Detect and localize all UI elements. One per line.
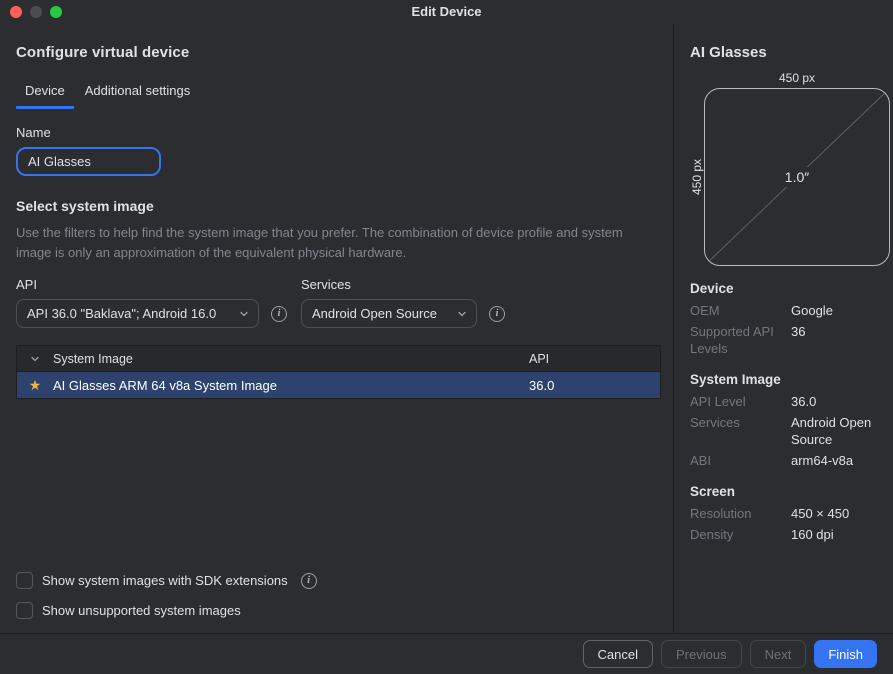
system-image-section: System Image API Level 36.0 Services And…: [690, 372, 890, 469]
spec-label: ABI: [690, 452, 791, 469]
spec-value: 160 dpi: [791, 526, 890, 543]
empty-space: [16, 399, 661, 559]
api-dropdown-value: API 36.0 "Baklava"; Android 16.0: [27, 306, 216, 321]
sdk-extensions-checkbox[interactable]: [16, 572, 33, 589]
services-dropdown[interactable]: Android Open Source: [301, 299, 477, 328]
spec-row-supported-api: Supported API Levels 36: [690, 323, 890, 357]
chevron-down-icon: [238, 308, 250, 320]
system-image-description: Use the filters to help find the system …: [16, 223, 661, 263]
services-dropdown-value: Android Open Source: [312, 306, 437, 321]
spec-row-resolution: Resolution 450 × 450: [690, 505, 890, 522]
cancel-button[interactable]: Cancel: [583, 640, 653, 668]
page-title: Configure virtual device: [16, 44, 661, 61]
device-section: Device OEM Google Supported API Levels 3…: [690, 281, 890, 357]
sdk-extensions-info-icon[interactable]: i: [301, 573, 317, 589]
unsupported-images-checkbox-label: Show unsupported system images: [42, 603, 241, 618]
tab-additional-settings[interactable]: Additional settings: [76, 77, 200, 109]
edit-device-dialog: Edit Device Configure virtual device Dev…: [0, 0, 893, 674]
star-icon[interactable]: ★: [29, 378, 42, 392]
previous-button[interactable]: Previous: [661, 640, 742, 668]
tab-device[interactable]: Device: [16, 77, 74, 109]
unsupported-images-checkbox[interactable]: [16, 602, 33, 619]
spec-value: 450 × 450: [791, 505, 890, 522]
spec-value: arm64-v8a: [791, 452, 890, 469]
column-header-api[interactable]: API: [529, 352, 660, 366]
spec-row-oem: OEM Google: [690, 302, 890, 319]
screen-preview: 450 px 450 px 1.0″: [690, 71, 890, 266]
spec-row-density: Density 160 dpi: [690, 526, 890, 543]
tab-bar: Device Additional settings: [16, 77, 661, 109]
column-header-system-image[interactable]: System Image: [53, 352, 529, 366]
spec-label: Supported API Levels: [690, 323, 791, 357]
sdk-extensions-checkbox-row: Show system images with SDK extensions i: [16, 572, 661, 589]
spec-label: Density: [690, 526, 791, 543]
spec-label: Services: [690, 414, 791, 448]
device-summary-panel: AI Glasses 450 px 450 px 1.0″ Device OE: [674, 24, 893, 633]
spec-value: Google: [791, 302, 890, 319]
configure-panel: Configure virtual device Device Addition…: [0, 24, 673, 633]
dialog-footer: Cancel Previous Next Finish: [0, 633, 893, 674]
api-dropdown[interactable]: API 36.0 "Baklava"; Android 16.0: [16, 299, 259, 328]
api-info-icon[interactable]: i: [271, 306, 287, 322]
spec-row-api-level: API Level 36.0: [690, 393, 890, 410]
table-header-row: System Image API: [17, 346, 660, 372]
system-image-name: AI Glasses ARM 64 v8a System Image: [53, 378, 529, 393]
spec-label: OEM: [690, 302, 791, 319]
name-label: Name: [16, 125, 661, 140]
title-bar: Edit Device: [0, 0, 893, 24]
finish-button[interactable]: Finish: [814, 640, 877, 668]
api-filter-label: API: [16, 277, 301, 292]
sdk-extensions-checkbox-label: Show system images with SDK extensions: [42, 573, 288, 588]
window-title: Edit Device: [0, 4, 893, 19]
spec-row-services: Services Android Open Source: [690, 414, 890, 448]
chevron-down-icon: [456, 308, 468, 320]
select-system-image-heading: Select system image: [16, 198, 661, 214]
screen-section: Screen Resolution 450 × 450 Density 160 …: [690, 484, 890, 543]
table-row[interactable]: ★ AI Glasses ARM 64 v8a System Image 36.…: [17, 372, 660, 398]
spec-label: API Level: [690, 393, 791, 410]
system-image-section-heading: System Image: [690, 372, 890, 387]
spec-label: Resolution: [690, 505, 791, 522]
screen-section-heading: Screen: [690, 484, 890, 499]
services-info-icon[interactable]: i: [489, 306, 505, 322]
services-filter-label: Services: [301, 277, 505, 292]
screen-height-label: 450 px: [690, 88, 704, 266]
system-image-api: 36.0: [529, 378, 660, 393]
screen-outline: 1.0″: [704, 88, 890, 266]
spec-value: 36.0: [791, 393, 890, 410]
spec-value: Android Open Source: [791, 414, 890, 448]
spec-value: 36: [791, 323, 890, 357]
summary-device-title: AI Glasses: [690, 44, 890, 61]
filters-row: API API 36.0 "Baklava"; Android 16.0 i S…: [16, 277, 661, 328]
system-image-table: System Image API ★ AI Glasses ARM 64 v8a…: [16, 345, 661, 399]
sort-chevron-icon[interactable]: [29, 353, 41, 365]
unsupported-images-checkbox-row: Show unsupported system images: [16, 602, 661, 619]
next-button[interactable]: Next: [750, 640, 807, 668]
name-input[interactable]: [16, 147, 161, 176]
screen-width-label: 450 px: [704, 71, 890, 85]
screen-diagonal-label: 1.0″: [778, 167, 816, 187]
spec-row-abi: ABI arm64-v8a: [690, 452, 890, 469]
device-section-heading: Device: [690, 281, 890, 296]
